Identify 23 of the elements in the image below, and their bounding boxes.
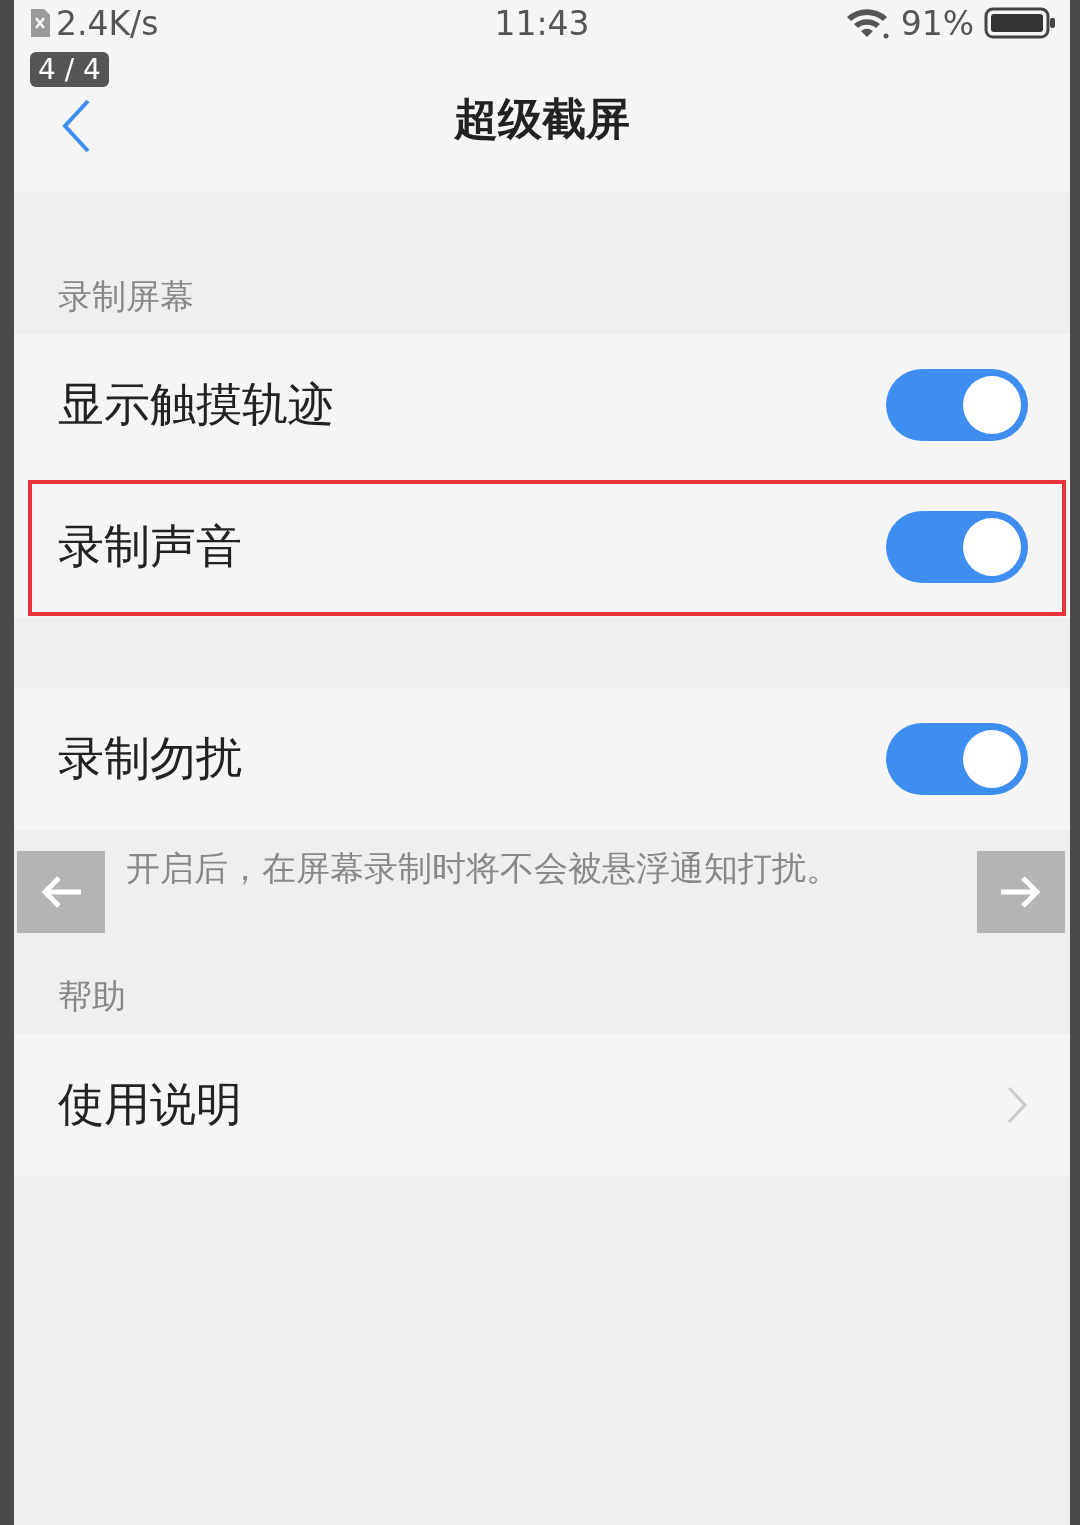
- previous-button[interactable]: [17, 851, 105, 933]
- settings-row[interactable]: 录制声音: [14, 476, 1070, 618]
- sim-icon: [28, 7, 52, 39]
- section-header: 录制屏幕: [57, 275, 195, 318]
- image-counter: 4 / 4: [30, 52, 109, 87]
- row-label: 显示触摸轨迹: [58, 376, 334, 433]
- arrow-right-icon: [999, 874, 1043, 910]
- row-label: 录制勿扰: [58, 730, 242, 787]
- page-title: 超级截屏: [454, 91, 630, 146]
- row-label: 使用说明: [58, 1076, 242, 1133]
- arrow-left-icon: [39, 874, 83, 910]
- clock: 11:43: [494, 3, 590, 43]
- note-text: 开启后，在屏幕录制时将不会被悬浮通知打扰。: [126, 847, 841, 890]
- next-button[interactable]: [977, 851, 1065, 933]
- settings-row[interactable]: 录制勿扰: [14, 688, 1070, 830]
- settings-row[interactable]: 显示触摸轨迹: [14, 334, 1070, 476]
- settings-row[interactable]: 使用说明: [14, 1034, 1070, 1176]
- chevron-right-icon: [1006, 1085, 1028, 1125]
- network-speed: 2.4K/s: [56, 3, 159, 43]
- row-label: 录制声音: [58, 518, 242, 575]
- battery-icon: [984, 6, 1056, 40]
- section-header: 帮助: [57, 975, 127, 1018]
- battery-percent: 91%: [900, 3, 974, 43]
